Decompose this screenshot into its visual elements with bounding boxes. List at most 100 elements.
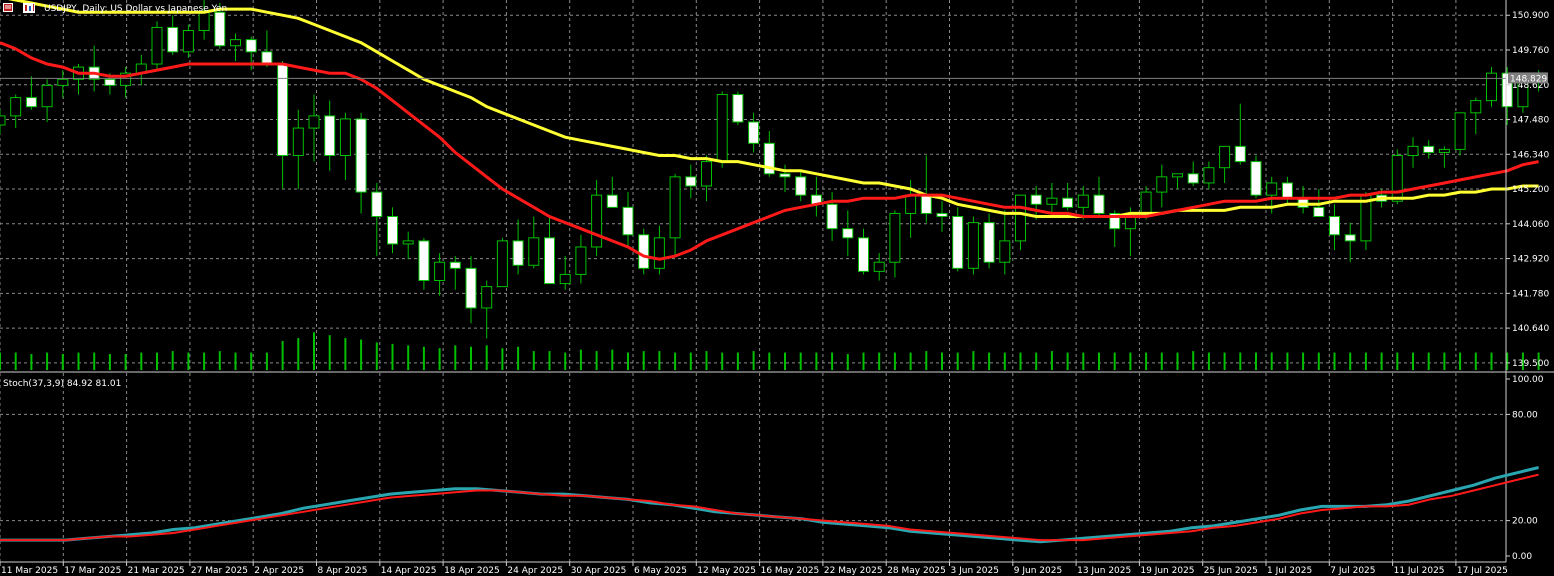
bull-candle[interactable] bbox=[1266, 182, 1278, 196]
bull-candle[interactable] bbox=[716, 94, 728, 163]
bull-candle[interactable] bbox=[1203, 167, 1215, 184]
time-tick-label: 3 Jun 2025 bbox=[951, 566, 999, 576]
bull-candle[interactable] bbox=[1046, 197, 1058, 205]
time-tick-label: 6 May 2025 bbox=[634, 566, 687, 576]
bear-candle[interactable] bbox=[1281, 182, 1293, 199]
bear-candle[interactable] bbox=[826, 203, 838, 230]
time-tick-label: 25 Jun 2025 bbox=[1204, 566, 1258, 576]
bear-candle[interactable] bbox=[355, 118, 367, 193]
symbol-icon[interactable] bbox=[23, 3, 35, 13]
bear-candle[interactable] bbox=[449, 261, 461, 269]
bear-candle[interactable] bbox=[371, 191, 383, 217]
bear-candle[interactable] bbox=[544, 237, 555, 285]
bull-candle[interactable] bbox=[0, 115, 6, 126]
bull-candle[interactable] bbox=[10, 97, 22, 117]
price-tick-label: 145.200 bbox=[1512, 185, 1549, 195]
current-price-tag: 148.829 bbox=[1508, 72, 1548, 84]
bull-candle[interactable] bbox=[151, 26, 163, 65]
bull-candle[interactable] bbox=[999, 240, 1011, 263]
bull-candle[interactable] bbox=[57, 78, 69, 86]
bear-candle[interactable] bbox=[1030, 194, 1042, 205]
bull-candle[interactable] bbox=[1454, 112, 1466, 150]
bear-candle[interactable] bbox=[638, 234, 650, 269]
bear-candle[interactable] bbox=[25, 97, 37, 108]
bear-candle[interactable] bbox=[606, 194, 618, 208]
bull-candle[interactable] bbox=[1140, 191, 1152, 214]
bear-candle[interactable] bbox=[167, 26, 179, 53]
bear-candle[interactable] bbox=[104, 78, 116, 86]
bear-candle[interactable] bbox=[732, 94, 744, 123]
bull-candle[interactable] bbox=[905, 194, 917, 214]
bull-candle[interactable] bbox=[591, 194, 603, 248]
bull-candle[interactable] bbox=[1015, 194, 1026, 242]
bear-candle[interactable] bbox=[748, 121, 760, 144]
bear-candle[interactable] bbox=[512, 240, 524, 266]
bull-candle[interactable] bbox=[496, 240, 508, 288]
bear-candle[interactable] bbox=[685, 176, 697, 187]
bear-candle[interactable] bbox=[858, 237, 869, 272]
bear-candle[interactable] bbox=[245, 39, 257, 53]
bull-candle[interactable] bbox=[182, 29, 194, 53]
time-tick-label: 16 May 2025 bbox=[761, 566, 820, 576]
bull-candle[interactable] bbox=[198, 11, 210, 31]
bull-candle[interactable] bbox=[1438, 148, 1450, 153]
time-tick-label: 30 Apr 2025 bbox=[571, 566, 627, 576]
time-tick-label: 11 Jul 2025 bbox=[1394, 566, 1445, 576]
bull-candle[interactable] bbox=[339, 118, 351, 157]
chart-title: USDJPY, Daily: US Dollar vs Japanese Yen bbox=[44, 4, 227, 14]
bear-candle[interactable] bbox=[1187, 173, 1199, 184]
bull-candle[interactable] bbox=[41, 84, 53, 108]
time-tick-label: 27 Mar 2025 bbox=[191, 566, 248, 576]
bull-candle[interactable] bbox=[653, 237, 665, 269]
bull-candle[interactable] bbox=[873, 261, 885, 272]
bull-candle[interactable] bbox=[559, 273, 571, 285]
bear-candle[interactable] bbox=[842, 228, 854, 239]
bear-candle[interactable] bbox=[1250, 161, 1262, 196]
bear-candle[interactable] bbox=[465, 267, 477, 309]
bear-candle[interactable] bbox=[983, 222, 995, 263]
bull-candle[interactable] bbox=[1470, 100, 1482, 114]
bear-candle[interactable] bbox=[387, 215, 398, 245]
bull-candle[interactable] bbox=[701, 161, 712, 187]
bear-candle[interactable] bbox=[1329, 215, 1340, 236]
bull-candle[interactable] bbox=[308, 115, 320, 129]
bear-candle[interactable] bbox=[936, 212, 948, 217]
bear-candle[interactable] bbox=[1423, 145, 1435, 153]
bull-candle[interactable] bbox=[230, 39, 241, 47]
bear-candle[interactable] bbox=[1093, 194, 1105, 214]
bull-candle[interactable] bbox=[967, 222, 979, 269]
bear-candle[interactable] bbox=[920, 194, 932, 214]
bear-candle[interactable] bbox=[1234, 145, 1246, 163]
bear-candle[interactable] bbox=[418, 240, 430, 282]
price-tick-label: 139.500 bbox=[1512, 359, 1549, 369]
bull-candle[interactable] bbox=[1407, 145, 1419, 157]
bull-candle[interactable] bbox=[402, 240, 414, 245]
bear-candle[interactable] bbox=[622, 206, 634, 236]
bear-candle[interactable] bbox=[795, 176, 807, 196]
bear-candle[interactable] bbox=[779, 173, 791, 178]
price-tick-label: 141.780 bbox=[1512, 289, 1549, 299]
bull-candle[interactable] bbox=[1077, 194, 1089, 208]
bear-candle[interactable] bbox=[1344, 234, 1356, 242]
bear-candle[interactable] bbox=[277, 63, 289, 157]
bear-candle[interactable] bbox=[1062, 197, 1074, 208]
bull-candle[interactable] bbox=[434, 261, 446, 282]
bull-candle[interactable] bbox=[481, 286, 493, 309]
bull-candle[interactable] bbox=[1486, 72, 1497, 102]
bear-candle[interactable] bbox=[214, 11, 226, 47]
bull-candle[interactable] bbox=[292, 127, 304, 157]
bull-candle[interactable] bbox=[575, 246, 587, 275]
bull-candle[interactable] bbox=[1156, 176, 1168, 193]
bear-candle[interactable] bbox=[324, 115, 336, 157]
bull-candle[interactable] bbox=[1172, 173, 1183, 178]
time-tick-label: 14 Apr 2025 bbox=[381, 566, 437, 576]
bear-candle[interactable] bbox=[952, 215, 964, 269]
bull-candle[interactable] bbox=[669, 176, 681, 239]
bear-candle[interactable] bbox=[1313, 206, 1325, 217]
chart-menu-icon[interactable] bbox=[3, 3, 13, 12]
bull-candle[interactable] bbox=[889, 212, 901, 263]
bull-candle[interactable] bbox=[528, 237, 540, 266]
bear-candle[interactable] bbox=[261, 51, 273, 65]
bull-candle[interactable] bbox=[1219, 145, 1231, 169]
bull-candle[interactable] bbox=[1391, 155, 1403, 202]
